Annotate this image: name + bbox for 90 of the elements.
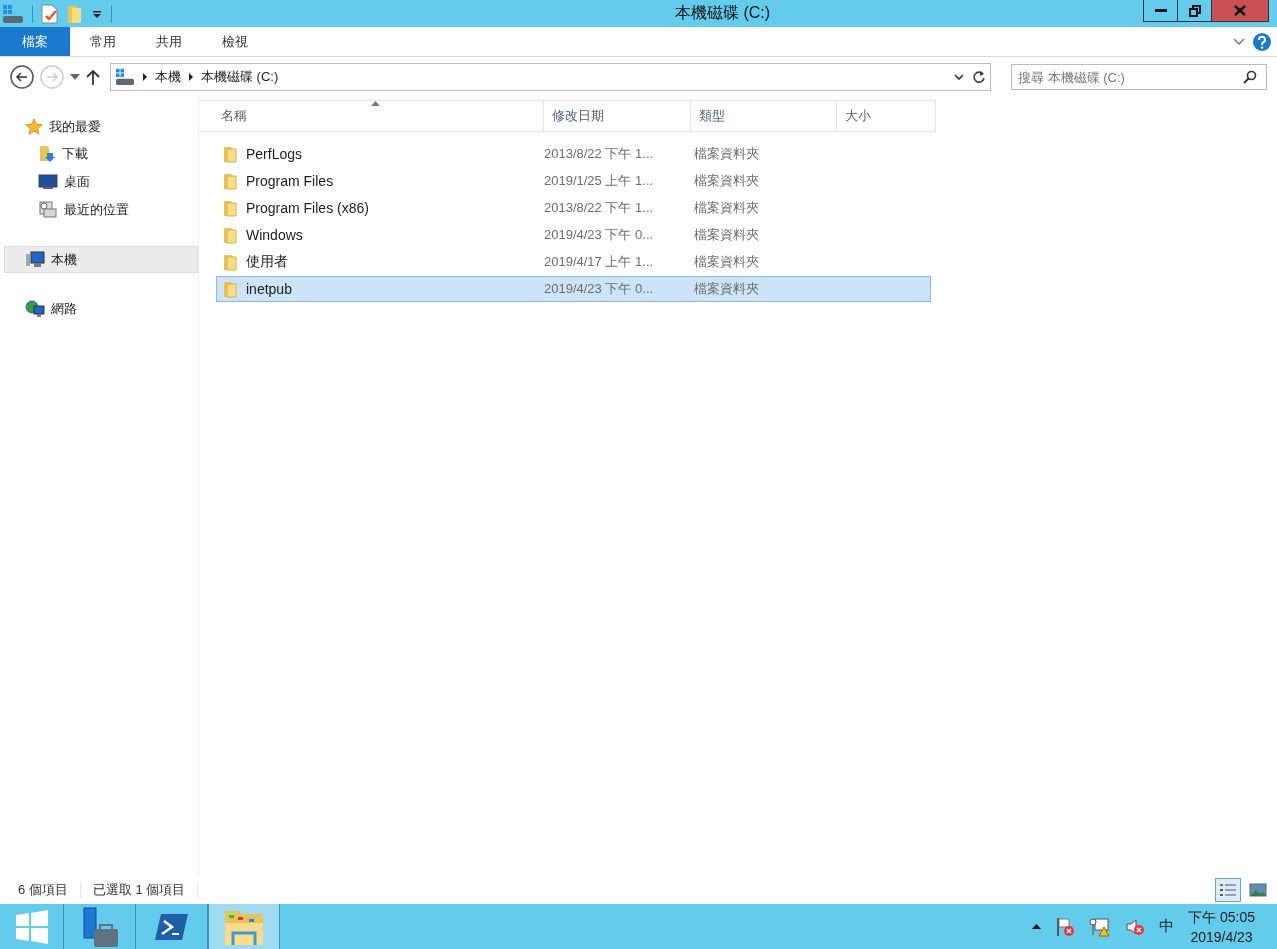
file-type: 檔案資料夾	[694, 280, 760, 298]
drive-icon	[115, 68, 135, 86]
selection-count: 已選取 1 個項目	[92, 881, 186, 899]
file-type: 檔案資料夾	[694, 172, 760, 190]
file-name: inetpub	[246, 281, 292, 297]
dropdown-caret-icon[interactable]	[954, 73, 964, 81]
recent-places-icon	[38, 201, 58, 219]
minimize-icon	[1154, 8, 1167, 13]
folder-icon	[222, 253, 238, 271]
details-view-button[interactable]	[1215, 878, 1241, 902]
file-row[interactable]: Windows 2019/4/23 下午 0... 檔案資料夾	[216, 222, 931, 248]
refresh-icon[interactable]	[972, 70, 986, 84]
folder-icon	[222, 226, 238, 244]
input-method-indicator[interactable]: 中	[1159, 917, 1175, 936]
flag-error-icon[interactable]	[1055, 916, 1076, 937]
ribbon-tab[interactable]: 檢視	[202, 27, 268, 56]
properties-icon[interactable]	[41, 3, 59, 24]
sidebar-label: 本機	[51, 250, 77, 269]
sidebar-item[interactable]: 最近的位置	[0, 196, 198, 224]
address-bar[interactable]: 本機 本機磁碟 (C:)	[110, 63, 991, 91]
up-arrow-icon[interactable]	[86, 69, 100, 85]
taskbar-button[interactable]	[208, 904, 280, 949]
ribbon-tab[interactable]: 檔案	[0, 27, 70, 56]
network-warning-icon[interactable]	[1089, 916, 1112, 937]
restore-icon	[1188, 4, 1201, 17]
sidebar-label: 網路	[51, 299, 77, 318]
windows-logo-icon	[14, 909, 49, 944]
modified-date: 2019/4/23 下午 0...	[544, 226, 655, 244]
column-header[interactable]: 名稱	[199, 101, 544, 131]
folder-icon	[222, 172, 238, 190]
sidebar-label: 我的最愛	[49, 117, 101, 136]
drive-icon	[2, 3, 24, 24]
sidebar-item[interactable]: 桌面	[0, 168, 198, 196]
sidebar-item[interactable]: 本機	[4, 246, 198, 273]
sidebar-label: 下載	[62, 145, 88, 163]
item-count: 6 個項目	[18, 881, 68, 899]
expand-ribbon-icon[interactable]	[1233, 37, 1245, 46]
file-row[interactable]: inetpub 2019/4/23 下午 0... 檔案資料夾	[216, 276, 931, 302]
column-header[interactable]: 類型	[690, 101, 838, 131]
window-title: 本機磁碟 (C:)	[673, 3, 772, 23]
ribbon-tab[interactable]: 常用	[70, 27, 136, 56]
modified-date: 2013/8/22 下午 1...	[544, 145, 655, 163]
recent-locations-caret-icon[interactable]	[70, 74, 80, 80]
help-icon[interactable]	[1253, 32, 1271, 51]
close-button[interactable]	[1212, 0, 1268, 21]
file-name: Program Files	[246, 173, 334, 189]
modified-date: 2013/8/22 下午 1...	[544, 199, 655, 217]
folder-icon	[222, 145, 238, 163]
file-type: 檔案資料夾	[694, 145, 760, 163]
powershell-icon	[154, 911, 189, 942]
modified-date: 2019/1/25 上午 1...	[544, 172, 655, 190]
star-icon	[25, 117, 43, 136]
file-type: 檔案資料夾	[694, 253, 760, 271]
breadcrumb[interactable]: 本機磁碟 (C:)	[201, 68, 279, 86]
sidebar-label: 桌面	[64, 173, 90, 191]
computer-icon	[25, 250, 45, 269]
file-type: 檔案資料夾	[694, 226, 760, 244]
ribbon-tab[interactable]: 共用	[136, 27, 202, 56]
sidebar-item[interactable]: 網路	[0, 295, 198, 322]
breadcrumb[interactable]: 本機	[155, 68, 181, 86]
file-name: PerfLogs	[246, 146, 303, 162]
network-icon	[25, 299, 45, 318]
file-name: 使用者	[246, 253, 288, 271]
close-icon	[1234, 5, 1246, 16]
folder-icon	[222, 280, 238, 298]
column-header[interactable]: 大小	[837, 101, 936, 131]
folder-icon	[222, 199, 238, 217]
monitor-icon	[38, 174, 58, 190]
file-type: 檔案資料夾	[694, 199, 760, 217]
file-name: Program Files (x86)	[246, 200, 369, 216]
sidebar-label: 最近的位置	[64, 201, 129, 219]
clock[interactable]: 下午 05:05 2019/4/23	[1188, 906, 1255, 947]
sidebar-item[interactable]: 下載	[0, 140, 198, 168]
search-icon[interactable]	[1243, 70, 1257, 84]
modified-date: 2019/4/23 下午 0...	[544, 280, 655, 298]
back-button[interactable]	[10, 65, 34, 89]
details-list-icon	[1219, 882, 1237, 898]
file-row[interactable]: PerfLogs 2013/8/22 下午 1... 檔案資料夾	[216, 141, 931, 167]
file-row[interactable]: 使用者 2019/4/17 上午 1... 檔案資料夾	[216, 249, 931, 275]
picture-icon	[1249, 883, 1267, 897]
show-hidden-icons-icon[interactable]	[1032, 924, 1042, 929]
column-header[interactable]: 修改日期	[543, 101, 691, 131]
file-name: Windows	[246, 227, 303, 243]
search-field[interactable]: 搜尋 本機磁碟 (C:)	[1011, 64, 1267, 90]
download-folder-icon	[38, 144, 56, 164]
modified-date: 2019/4/17 上午 1...	[544, 253, 655, 271]
speaker-muted-icon[interactable]	[1125, 916, 1146, 937]
file-row[interactable]: Program Files (x86) 2013/8/22 下午 1... 檔案資料夾	[216, 195, 931, 221]
file-row[interactable]: Program Files 2019/1/25 上午 1... 檔案資料夾	[216, 168, 931, 194]
sidebar-item[interactable]: 我的最愛	[0, 113, 198, 140]
